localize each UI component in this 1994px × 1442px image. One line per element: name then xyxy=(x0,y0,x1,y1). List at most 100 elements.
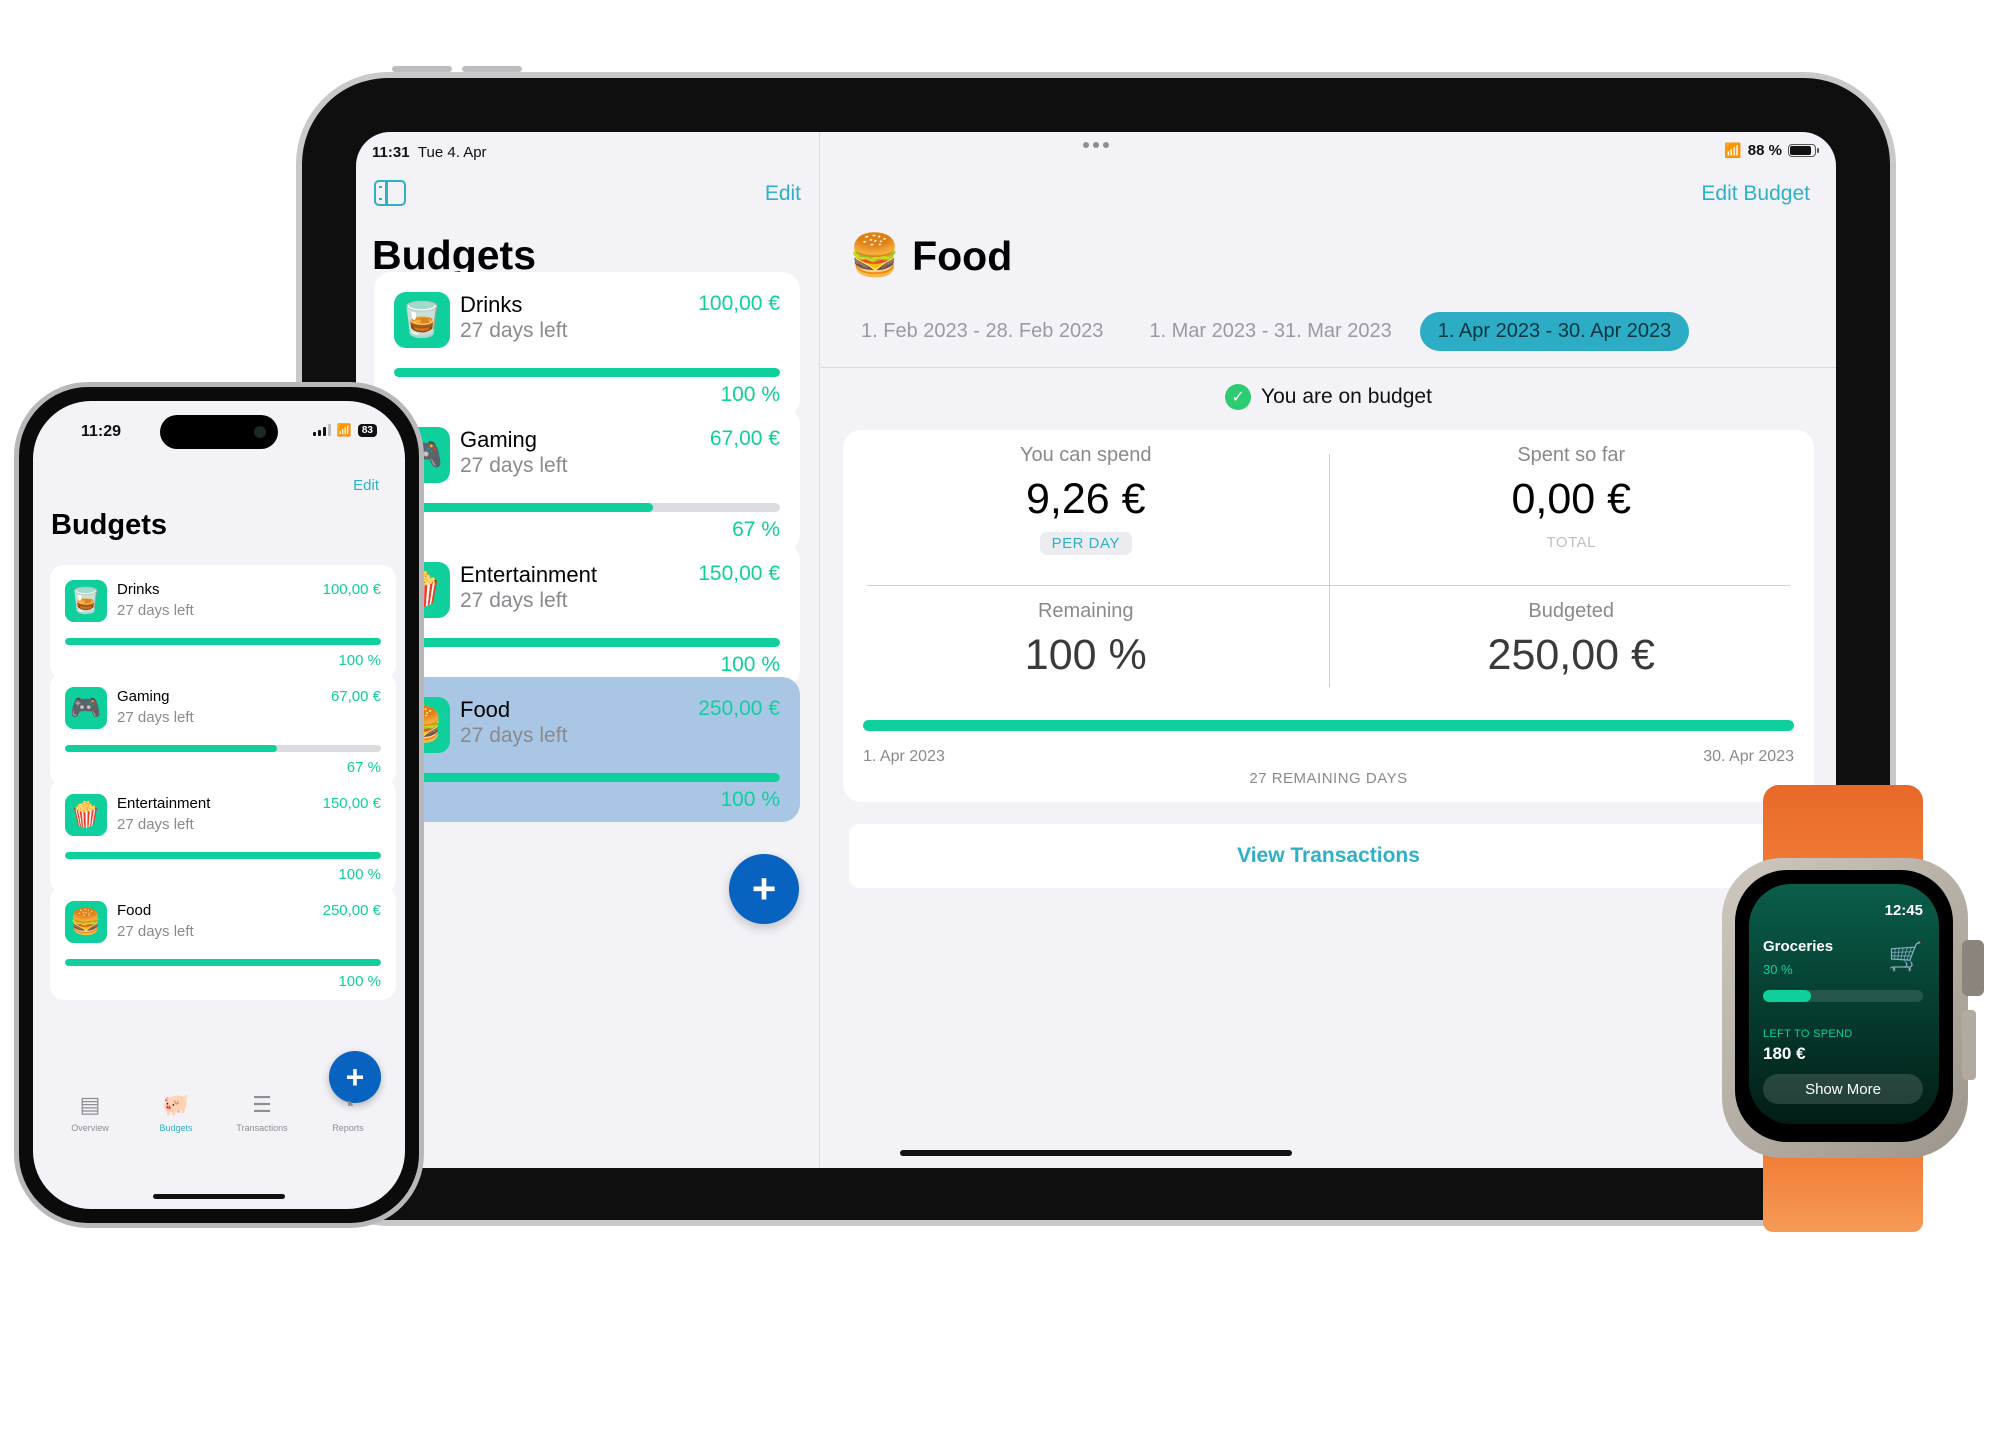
status-right: 📶 83 xyxy=(312,423,377,437)
budget-percent: 100 % xyxy=(338,866,381,883)
ipad-device: 11:31 Tue 4. Apr 📶 88 % Edit Budgets 🥃 Dr… xyxy=(296,66,1896,1226)
tab-transactions[interactable]: ☰ Transactions xyxy=(222,1091,302,1161)
wifi-icon: 📶 xyxy=(336,423,352,437)
pie-chart-icon: ◔ xyxy=(341,1092,355,1117)
detail-title-text: Food xyxy=(912,232,1013,279)
period-progress-fill xyxy=(863,720,1794,731)
tab-label: Budgets xyxy=(159,1123,193,1133)
stat-value: 100 % xyxy=(1024,631,1147,679)
show-more-button[interactable]: Show More xyxy=(1763,1074,1923,1104)
budget-row-food[interactable]: 🍔 Food 27 days left 250,00 € 100 % xyxy=(50,886,396,1000)
stat-label: Spent so far xyxy=(1517,444,1626,466)
budget-row-gaming[interactable]: 🎮Gaming27 days left67,00 €67 % xyxy=(50,672,396,786)
stat-label: Remaining xyxy=(1037,600,1134,622)
piggy-bank-icon: 🐖 xyxy=(162,1092,190,1117)
divider xyxy=(821,367,1836,368)
tab-label: Overview xyxy=(71,1123,109,1133)
days-left: 27 days left xyxy=(460,589,568,612)
budget-row-food[interactable]: 🍔Food27 days left250,00 €100 % xyxy=(374,677,800,822)
budget-percent: 67 % xyxy=(732,518,780,541)
budget-progress-bar xyxy=(65,959,381,966)
budget-progress-fill xyxy=(394,368,780,377)
budget-amount: 100,00 € xyxy=(698,292,780,315)
budget-progress-fill xyxy=(65,959,381,966)
home-indicator[interactable] xyxy=(153,1194,285,1199)
iphone-device: 11:29 📶 83 Edit Budgets 🥃 Drinks 27 days l… xyxy=(14,382,424,1228)
period-tab-mar[interactable]: 1. Mar 2023 - 31. Mar 2023 xyxy=(1131,312,1409,351)
watch-side-button[interactable] xyxy=(1962,1010,1976,1080)
watch-screen: 12:45 Groceries 30 % 🛒 LEFT TO SPEND 180… xyxy=(1749,884,1939,1124)
budget-category-icon: 🥃 xyxy=(65,580,107,622)
budget-amount: 250,00 € xyxy=(322,902,381,919)
period-selector: 1. Feb 2023 - 28. Feb 2023 1. Mar 2023 -… xyxy=(843,312,1690,351)
watch-time: 12:45 xyxy=(1884,902,1923,919)
list-icon: ☰ xyxy=(252,1092,272,1117)
left-to-spend-label: LEFT TO SPEND xyxy=(1763,1028,1853,1040)
budget-row-drinks[interactable]: 🥃 Drinks 27 days left 100,00 €100 % xyxy=(50,565,396,679)
budget-progress-bar xyxy=(65,638,381,645)
tab-budgets[interactable]: 🐖 Budgets xyxy=(136,1091,216,1161)
budget-progress-fill xyxy=(394,638,780,647)
watch-strap-top xyxy=(1763,785,1923,865)
iphone-screen: 11:29 📶 83 Edit Budgets 🥃 Drinks 27 days l… xyxy=(33,401,405,1209)
edit-budget-button[interactable]: Edit Budget xyxy=(1701,182,1810,206)
add-budget-button[interactable]: + xyxy=(729,854,799,924)
budget-amount: 67,00 € xyxy=(709,427,780,450)
watch-progress-bar xyxy=(1763,990,1923,1002)
budget-row-drinks[interactable]: 🥃 Drinks 27 days left 100,00 €100 % xyxy=(374,272,800,417)
watch-budget-name: Groceries xyxy=(1763,938,1834,955)
cellular-signal-icon xyxy=(312,424,331,436)
budget-status: ✓ You are on budget xyxy=(821,384,1836,410)
days-left: 27 days left xyxy=(117,923,194,940)
stat-value: 0,00 € xyxy=(1511,475,1632,523)
budget-name: Gaming xyxy=(117,688,170,705)
budget-name: Entertainment xyxy=(117,795,211,812)
tab-label: Reports xyxy=(332,1123,364,1133)
days-left: 27 days left xyxy=(117,816,194,833)
ipad-volume-button xyxy=(392,66,452,72)
budget-name: Food xyxy=(117,902,152,919)
page-title: Budgets xyxy=(51,509,167,541)
edit-button[interactable]: Edit xyxy=(353,477,379,494)
period-tab-apr[interactable]: 1. Apr 2023 - 30. Apr 2023 xyxy=(1419,312,1690,351)
watch-strap-bottom xyxy=(1763,1148,1923,1232)
home-indicator[interactable] xyxy=(900,1150,1292,1156)
budget-progress-bar xyxy=(394,638,780,647)
stat-spent: Spent so far 0,00 € TOTAL xyxy=(1329,444,1815,551)
period-tab-feb[interactable]: 1. Feb 2023 - 28. Feb 2023 xyxy=(843,312,1121,351)
view-transactions-button[interactable]: View Transactions xyxy=(849,824,1808,888)
budgets-sidebar: Edit Budgets 🥃 Drinks 27 days left 100,00 €… xyxy=(356,132,820,1168)
budget-percent: 100 % xyxy=(720,788,780,811)
budget-percent: 100 % xyxy=(338,973,381,990)
budget-row-entertainment[interactable]: 🍿Entertainment27 days left150,00 €100 % xyxy=(374,542,800,687)
edit-button[interactable]: Edit xyxy=(765,182,801,206)
budget-progress-fill xyxy=(394,503,653,512)
budget-category-icon: 🎮 xyxy=(65,687,107,729)
tab-reports[interactable]: ◔ Reports xyxy=(308,1091,388,1161)
budget-detail: Edit Budget 🍔 Food 1. Feb 2023 - 28. Feb… xyxy=(821,132,1836,1168)
food-icon: 🍔 xyxy=(849,232,901,278)
stat-label: You can spend xyxy=(1019,444,1152,466)
budget-progress-fill xyxy=(65,852,381,859)
budget-name: Gaming xyxy=(460,427,538,452)
period-progress-bar xyxy=(863,720,1794,731)
sidebar-toggle-icon[interactable] xyxy=(374,180,406,206)
budget-progress-bar xyxy=(394,773,780,782)
budget-row-entertainment[interactable]: 🍿Entertainment27 days left150,00 €100 % xyxy=(50,779,396,893)
days-left: 27 days left xyxy=(117,602,194,619)
budget-category-icon: 🍔 xyxy=(65,901,107,943)
dynamic-island xyxy=(160,415,278,449)
ipad-screen: 11:31 Tue 4. Apr 📶 88 % Edit Budgets 🥃 Dr… xyxy=(356,132,1836,1168)
watch-budget-percent: 30 % xyxy=(1763,962,1793,977)
budget-progress-fill xyxy=(65,638,381,645)
total-label: TOTAL xyxy=(1546,534,1596,551)
stat-value: 250,00 € xyxy=(1487,631,1655,679)
ipad-volume-button xyxy=(462,66,522,72)
stat-value: 9,26 € xyxy=(1025,475,1146,523)
budget-name: Drinks xyxy=(460,292,523,317)
tab-overview[interactable]: ▤ Overview xyxy=(50,1091,130,1161)
budget-row-gaming[interactable]: 🎮Gaming27 days left67,00 €67 % xyxy=(374,407,800,552)
days-left: 27 days left xyxy=(460,454,568,477)
stats-card: You can spend 9,26 € PER DAY Spent so fa… xyxy=(843,430,1814,802)
digital-crown[interactable] xyxy=(1962,940,1984,996)
